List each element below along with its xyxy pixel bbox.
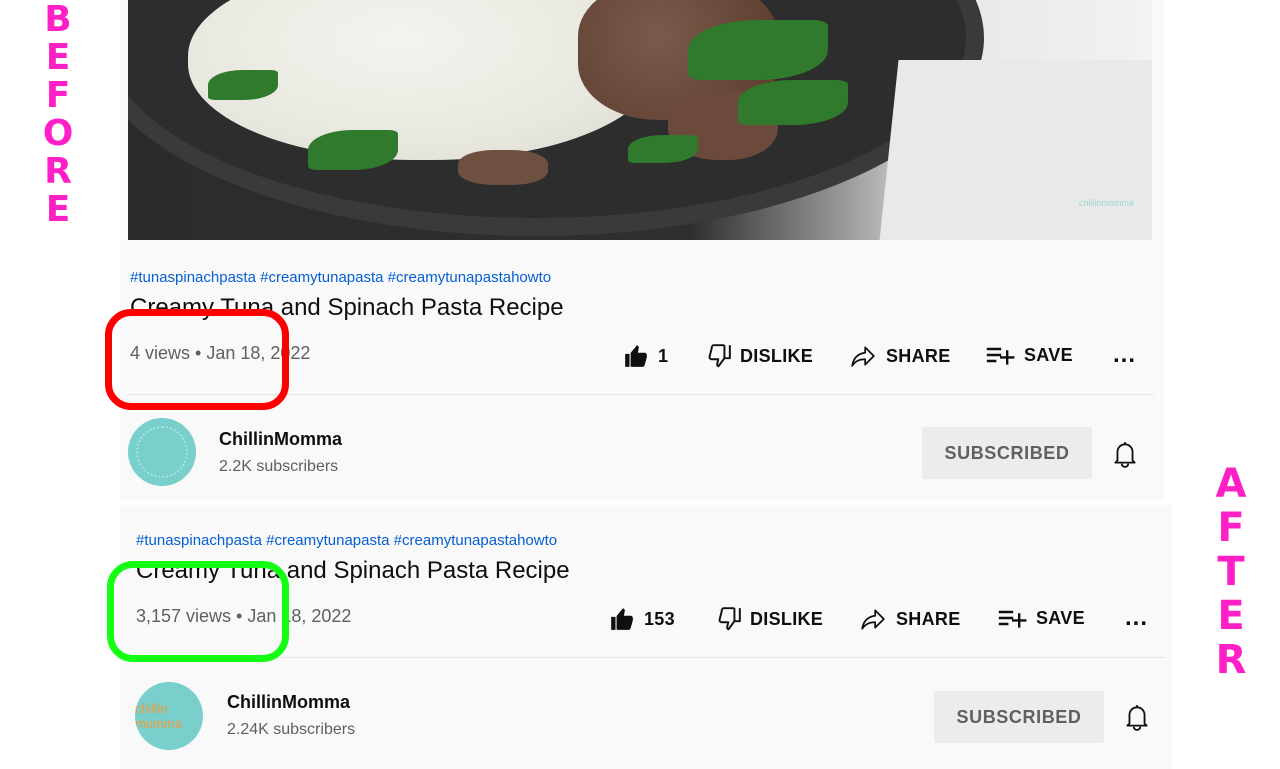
share-arrow-icon [851, 346, 875, 367]
spinach-shape [628, 135, 698, 163]
before-letter: O [42, 113, 74, 154]
before-views-highlight [105, 309, 289, 410]
before-letter: B [44, 0, 72, 40]
spinach-shape [688, 20, 828, 80]
save-button[interactable]: SAVE [984, 343, 1073, 367]
after-letter: R [1215, 637, 1247, 683]
avatar-logo-text: chillin momma [135, 701, 182, 731]
subscribed-button[interactable]: SUBSCRIBED [922, 427, 1092, 479]
hashtags[interactable]: #tunaspinachpasta #creamytunapasta #crea… [130, 269, 551, 286]
thumbnail-watermark: chillinmomma [1078, 198, 1134, 208]
like-button[interactable]: 1 [622, 343, 668, 369]
spinach-shape [308, 130, 398, 170]
dislike-button[interactable]: DISLIKE [716, 606, 823, 632]
like-count: 153 [644, 608, 675, 629]
bell-icon[interactable] [1112, 440, 1138, 468]
spinach-shape [738, 80, 848, 125]
after-letter: T [1217, 549, 1245, 595]
video-thumbnail[interactable]: chillinmomma [128, 0, 1152, 240]
save-label: SAVE [1036, 607, 1085, 628]
subscriber-count: 2.2K subscribers [219, 458, 339, 475]
dislike-label: DISLIKE [750, 608, 824, 629]
playlist-add-icon [986, 347, 1015, 365]
before-letter: R [44, 151, 72, 192]
share-button[interactable]: SHARE [848, 343, 951, 369]
like-button[interactable]: 153 [608, 606, 675, 632]
save-label: SAVE [1024, 344, 1073, 365]
before-letter: E [45, 37, 71, 78]
thumbs-up-icon [611, 608, 633, 630]
share-label: SHARE [886, 345, 951, 366]
like-count: 1 [658, 345, 669, 366]
plate-shape [877, 60, 1152, 240]
channel-name[interactable]: ChillinMomma [227, 692, 350, 713]
share-arrow-icon [861, 609, 885, 630]
after-letter: F [1217, 505, 1245, 551]
bell-icon[interactable] [1124, 703, 1150, 731]
after-letter: E [1217, 593, 1245, 639]
meat-shape [458, 150, 548, 185]
more-actions-button[interactable]: ... [1125, 604, 1148, 632]
save-button[interactable]: SAVE [996, 606, 1085, 630]
thumbs-up-icon [625, 345, 647, 367]
share-label: SHARE [896, 608, 961, 629]
playlist-add-icon [998, 610, 1027, 628]
dislike-label: DISLIKE [740, 345, 814, 366]
before-letter: E [45, 189, 71, 230]
subscriber-count: 2.24K subscribers [227, 721, 356, 738]
spinach-shape [208, 70, 278, 100]
after-label: A F T E R [1208, 464, 1254, 684]
thumbs-down-icon [718, 607, 741, 631]
share-button[interactable]: SHARE [858, 606, 961, 632]
dislike-button[interactable]: DISLIKE [706, 343, 813, 369]
after-views-highlight [107, 561, 289, 662]
thumbs-down-icon [708, 344, 731, 368]
before-label: B E F O R E [38, 2, 78, 230]
more-actions-button[interactable]: ... [1113, 341, 1136, 369]
hashtags[interactable]: #tunaspinachpasta #creamytunapasta #crea… [136, 532, 557, 549]
before-video-panel: chillinmomma #tunaspinachpasta #creamytu… [120, 0, 1164, 500]
channel-name[interactable]: ChillinMomma [219, 429, 342, 450]
after-letter: A [1215, 461, 1247, 507]
channel-avatar[interactable]: chillin momma [135, 682, 203, 750]
channel-avatar[interactable] [128, 418, 196, 486]
avatar-ring [136, 426, 188, 478]
divider [128, 657, 1166, 658]
subscribed-button[interactable]: SUBSCRIBED [934, 691, 1104, 743]
before-letter: F [45, 75, 71, 116]
